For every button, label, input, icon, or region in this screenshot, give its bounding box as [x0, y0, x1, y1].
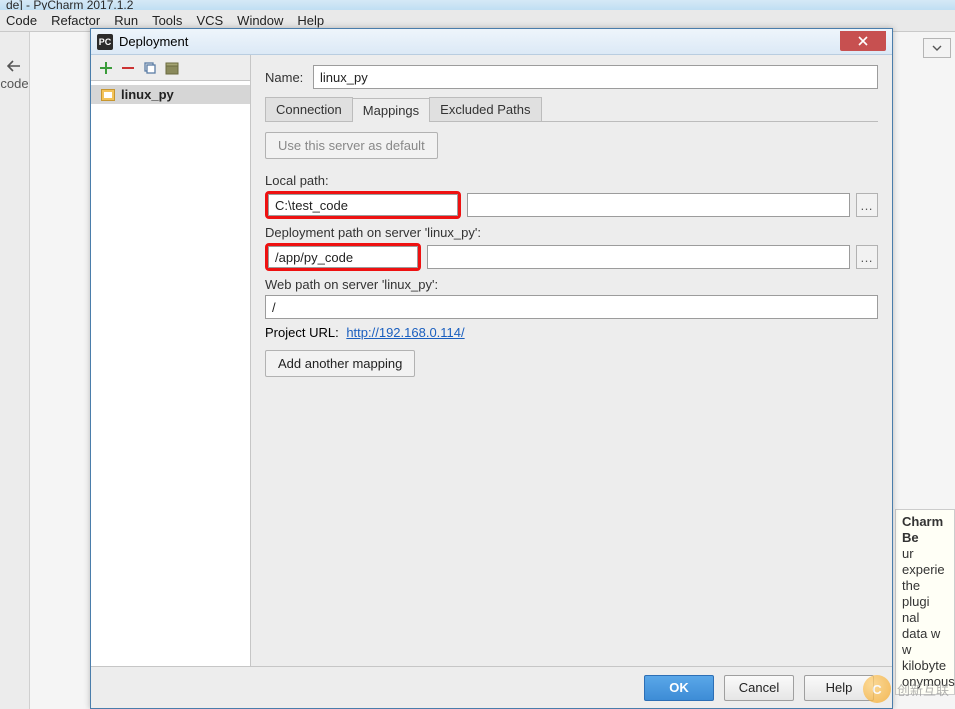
tab-connection[interactable]: Connection: [265, 97, 353, 121]
add-icon[interactable]: [99, 61, 113, 75]
server-tree[interactable]: linux_py: [91, 81, 250, 666]
balloon-line: ur experie: [902, 546, 945, 577]
local-path-input[interactable]: [268, 194, 458, 216]
close-icon: [858, 36, 868, 46]
web-path-input[interactable]: [265, 295, 878, 319]
chevron-down-icon: [932, 45, 942, 51]
menu-vcs[interactable]: VCS: [196, 13, 223, 28]
balloon-line: onymous: [902, 674, 955, 689]
deploy-path-input[interactable]: [268, 246, 418, 268]
balloon-line: the plugi: [902, 578, 929, 609]
ok-button[interactable]: OK: [644, 675, 714, 701]
menu-tools[interactable]: Tools: [152, 13, 182, 28]
deploy-path-highlight: [265, 243, 421, 271]
package-icon[interactable]: [165, 61, 179, 75]
project-url-link[interactable]: http://192.168.0.114/: [346, 325, 464, 340]
local-path-highlight: [265, 191, 461, 219]
menu-window[interactable]: Window: [237, 13, 283, 28]
back-arrow-icon: [7, 60, 23, 72]
close-button[interactable]: [840, 31, 886, 51]
tab-excluded-paths[interactable]: Excluded Paths: [429, 97, 541, 121]
tab-mappings[interactable]: Mappings: [352, 98, 430, 122]
server-tree-item[interactable]: linux_py: [91, 85, 250, 104]
server-list-panel: linux_py: [91, 55, 251, 666]
copy-icon[interactable]: [143, 61, 157, 75]
server-list-toolbar: [91, 55, 250, 81]
ide-title-bar: de] - PyCharm 2017.1.2: [0, 0, 955, 10]
balloon-line: w kilobyte: [902, 642, 946, 673]
deploy-path-input-overflow[interactable]: [427, 245, 850, 269]
deploy-path-label: Deployment path on server 'linux_py':: [265, 225, 878, 240]
balloon-line: nal data w: [902, 610, 940, 641]
balloon-title: Charm Be: [902, 514, 943, 545]
name-label: Name:: [265, 70, 313, 85]
dialog-title-bar[interactable]: PC Deployment: [91, 29, 892, 55]
left-vertical-label: code: [0, 76, 28, 91]
add-mapping-button[interactable]: Add another mapping: [265, 350, 415, 377]
deployment-dialog: PC Deployment linux_py Name:: [90, 28, 893, 709]
name-input[interactable]: [313, 65, 878, 89]
server-tree-label: linux_py: [121, 87, 174, 102]
local-path-input-overflow[interactable]: [467, 193, 850, 217]
toolbar-dropdown[interactable]: [923, 38, 951, 58]
dialog-title: Deployment: [119, 34, 188, 49]
web-path-label: Web path on server 'linux_py':: [265, 277, 878, 292]
cancel-button[interactable]: Cancel: [724, 675, 794, 701]
detail-tabs: Connection Mappings Excluded Paths: [265, 97, 878, 122]
help-button[interactable]: Help: [804, 675, 874, 701]
server-details: Name: Connection Mappings Excluded Paths…: [251, 55, 892, 666]
notification-balloon[interactable]: Charm Be ur experie the plugi nal data w…: [895, 509, 955, 695]
use-as-default-button[interactable]: Use this server as default: [265, 132, 438, 159]
project-url-label: Project URL:: [265, 325, 339, 340]
menu-code[interactable]: Code: [6, 13, 37, 28]
server-icon: [101, 89, 115, 101]
dialog-content: linux_py Name: Connection Mappings Exclu…: [91, 55, 892, 666]
local-path-label: Local path:: [265, 173, 878, 188]
deploy-path-browse-button[interactable]: …: [856, 245, 878, 269]
menu-run[interactable]: Run: [114, 13, 138, 28]
local-path-browse-button[interactable]: …: [856, 193, 878, 217]
pycharm-icon: PC: [97, 34, 113, 50]
remove-icon[interactable]: [121, 61, 135, 75]
left-gutter[interactable]: code: [0, 32, 30, 709]
menu-help[interactable]: Help: [297, 13, 324, 28]
menu-refactor[interactable]: Refactor: [51, 13, 100, 28]
dialog-button-bar: OK Cancel Help: [91, 666, 892, 708]
